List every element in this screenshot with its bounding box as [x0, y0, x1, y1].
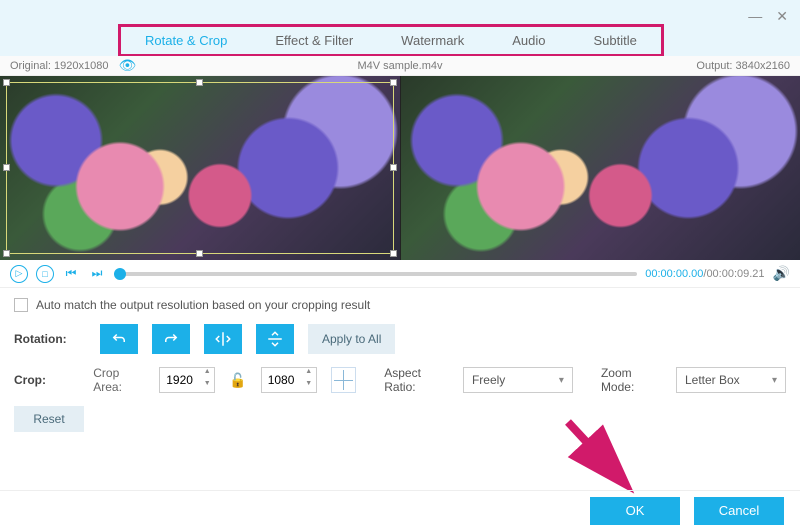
aspect-ratio-select[interactable]: Freely	[463, 367, 573, 393]
original-preview[interactable]	[0, 76, 400, 260]
apply-to-all-button[interactable]: Apply to All	[308, 324, 395, 354]
crop-width-down[interactable]: ▼	[200, 380, 214, 392]
reset-button[interactable]: Reset	[14, 406, 84, 432]
preview-image	[401, 76, 800, 260]
rotation-label: Rotation:	[14, 332, 86, 346]
cancel-button[interactable]: Cancel	[694, 497, 784, 525]
close-button[interactable]: ✕	[776, 8, 788, 25]
crop-position-button[interactable]	[331, 367, 357, 393]
rotate-left-button[interactable]	[100, 324, 138, 354]
auto-match-label: Auto match the output resolution based o…	[36, 298, 370, 312]
lock-aspect-icon[interactable]: 🔓	[229, 372, 246, 389]
tab-bar: Rotate & Crop Effect & Filter Watermark …	[118, 24, 664, 57]
seek-handle[interactable]	[114, 268, 126, 280]
ok-button[interactable]: OK	[590, 497, 680, 525]
tab-subtitle[interactable]: Subtitle	[570, 27, 661, 54]
flip-vertical-button[interactable]	[256, 324, 294, 354]
stop-button[interactable]: □	[36, 265, 54, 283]
prev-frame-button[interactable]: ⏮	[62, 265, 80, 283]
crop-handle-sw[interactable]	[3, 250, 10, 257]
original-label: Original: 1920x1080	[10, 60, 108, 72]
crop-handle-n[interactable]	[196, 79, 203, 86]
auto-match-checkbox[interactable]	[14, 298, 28, 312]
play-button[interactable]: ▷	[10, 265, 28, 283]
zoom-mode-select[interactable]: Letter Box	[676, 367, 786, 393]
flip-horizontal-button[interactable]	[204, 324, 242, 354]
tab-effect-filter[interactable]: Effect & Filter	[251, 27, 377, 54]
tab-rotate-crop[interactable]: Rotate & Crop	[121, 27, 251, 54]
crop-label: Crop:	[14, 373, 79, 387]
crop-height-up[interactable]: ▲	[302, 368, 316, 380]
minimize-button[interactable]: —	[748, 8, 762, 25]
crop-handle-s[interactable]	[196, 250, 203, 257]
crop-width-up[interactable]: ▲	[200, 368, 214, 380]
crop-handle-w[interactable]	[3, 164, 10, 171]
timecode: 00:00:00.00/00:00:09.21	[645, 268, 764, 280]
tab-watermark[interactable]: Watermark	[377, 27, 488, 54]
rotate-right-button[interactable]	[152, 324, 190, 354]
aspect-ratio-label: Aspect Ratio:	[384, 366, 449, 394]
eye-icon[interactable]: 👁	[118, 57, 136, 74]
output-preview	[400, 76, 800, 260]
crop-height-down[interactable]: ▼	[302, 380, 316, 392]
crop-handle-e[interactable]	[390, 164, 397, 171]
crop-frame[interactable]	[6, 82, 394, 254]
next-frame-button[interactable]: ⏭	[88, 265, 106, 283]
tab-audio[interactable]: Audio	[488, 27, 569, 54]
seek-bar[interactable]	[114, 272, 637, 276]
volume-icon[interactable]: 🔊	[773, 265, 790, 282]
zoom-mode-label: Zoom Mode:	[601, 366, 662, 394]
crop-handle-nw[interactable]	[3, 79, 10, 86]
crop-handle-se[interactable]	[390, 250, 397, 257]
output-label: Output: 3840x2160	[696, 60, 790, 72]
crop-area-label: Crop Area:	[93, 366, 145, 394]
crop-handle-ne[interactable]	[390, 79, 397, 86]
